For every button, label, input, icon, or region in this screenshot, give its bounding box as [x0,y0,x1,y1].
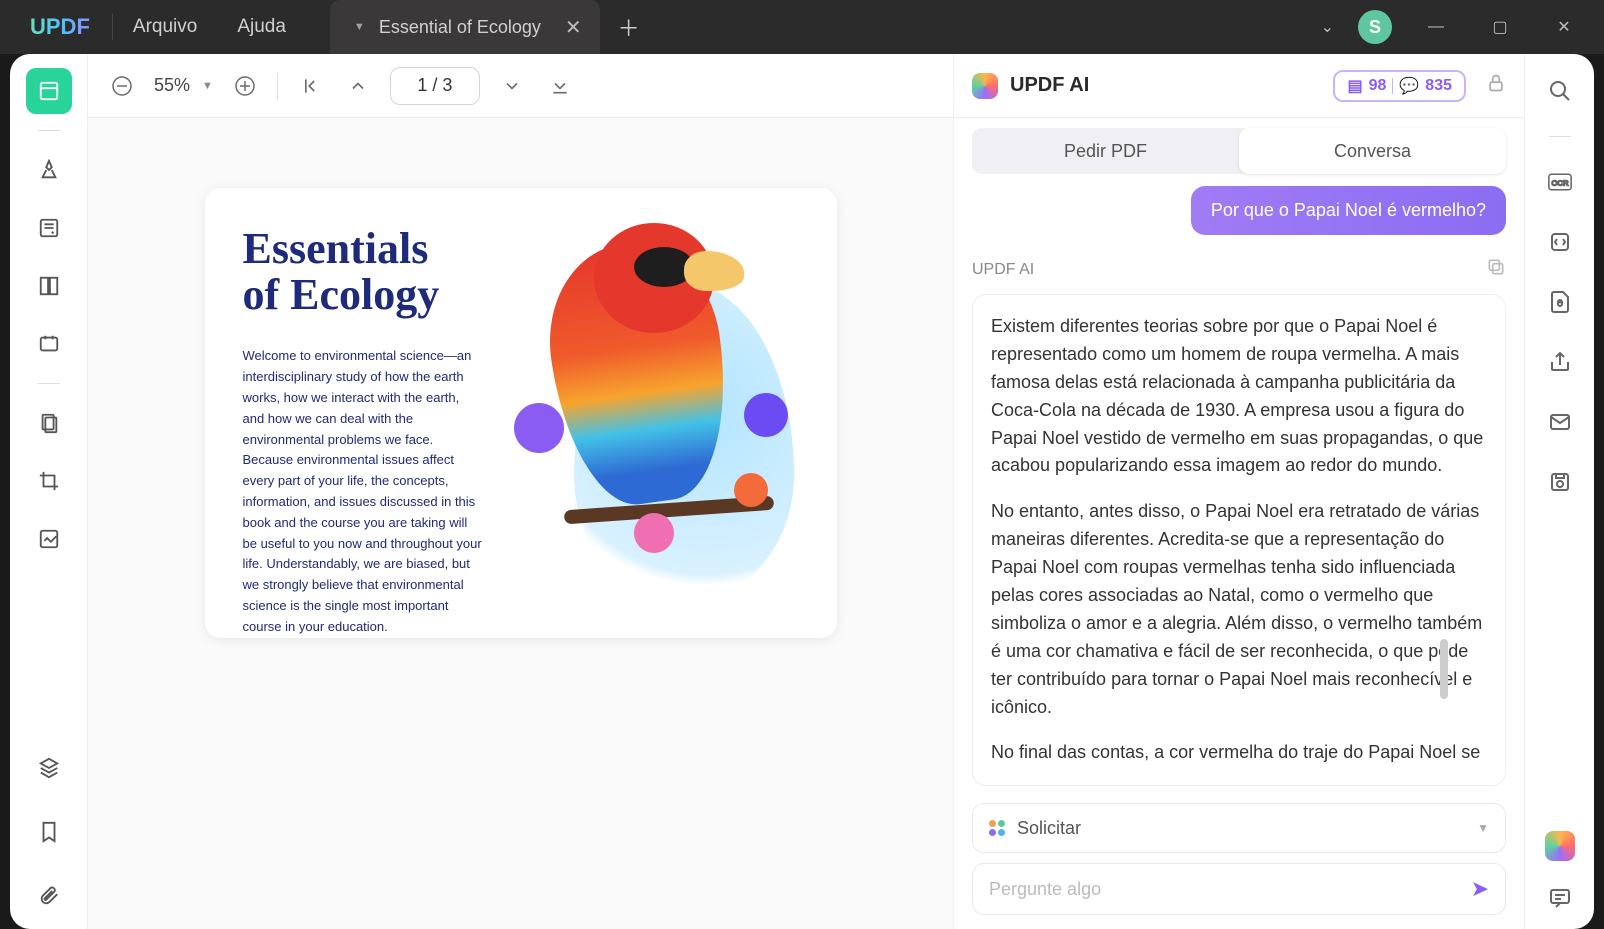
svg-text:OCR: OCR [1551,178,1569,187]
copy-response-button[interactable] [1486,257,1506,282]
ai-input-container: ➤ [972,863,1506,915]
ai-response-p3: No final das contas, a cor vermelha do t… [991,739,1487,767]
reader-mode-button[interactable] [26,68,72,114]
share-button[interactable] [1541,343,1579,381]
doc-title-line2: of Ecology [243,270,440,319]
scrollbar[interactable] [1440,639,1448,699]
doc-credit-value: 98 [1369,77,1387,95]
zoom-out-button[interactable] [106,70,138,102]
new-tab-button[interactable]: ＋ [618,11,640,43]
chat-credit-icon: 💬 [1399,76,1419,96]
right-sidebar: OCR [1524,54,1594,929]
avatar[interactable]: S [1358,10,1392,44]
first-page-button[interactable] [294,70,326,102]
ai-assistant-icon[interactable] [1545,831,1575,861]
document-canvas[interactable]: Essentials of Ecology Welcome to environ… [88,118,953,929]
zoom-dropdown-icon[interactable]: ▼ [202,80,213,92]
send-button[interactable]: ➤ [1471,876,1489,902]
titlebar-dropdown-icon[interactable]: ⌄ [1321,17,1334,37]
ai-response-p2: No entanto, antes disso, o Papai Noel er… [991,498,1487,721]
viewer-toolbar: 55% ▼ [88,54,953,118]
user-message: Por que o Papai Noel é vermelho? [1191,186,1506,235]
minimize-button[interactable]: — [1416,7,1456,47]
attachment-button[interactable] [26,873,72,919]
tab-conversa[interactable]: Conversa [1239,128,1506,174]
prev-page-button[interactable] [342,70,374,102]
next-page-button[interactable] [496,70,528,102]
ocr-button[interactable]: OCR [1541,163,1579,201]
left-sidebar [10,54,88,929]
search-button[interactable] [1541,72,1579,110]
chat-credit-value: 835 [1425,77,1452,95]
ai-response-label: UPDF AI [972,261,1034,279]
doc-illustration [499,226,799,600]
ai-tabs: Pedir PDF Conversa [972,128,1506,174]
menu-ajuda[interactable]: Ajuda [217,14,306,40]
crop-tool-button[interactable] [26,458,72,504]
highlight-tool-button[interactable] [26,147,72,193]
close-button[interactable]: ✕ [1544,7,1584,47]
ai-credits[interactable]: ▤ 98 💬 835 [1333,70,1466,102]
comments-panel-button[interactable] [1541,879,1579,917]
tab-pedir-pdf[interactable]: Pedir PDF [972,128,1239,174]
email-button[interactable] [1541,403,1579,441]
ai-panel: UPDF AI ▤ 98 💬 835 Pedir PDF Conversa Po… [954,54,1524,929]
layers-button[interactable] [26,745,72,791]
document-tab[interactable]: ▼ Essential of Ecology ✕ [330,0,600,54]
last-page-button[interactable] [544,70,576,102]
app-logo: UPDF [8,14,112,40]
tab-close-icon[interactable]: ✕ [565,15,582,40]
maximize-button[interactable]: ▢ [1480,7,1520,47]
bookmark-button[interactable] [26,809,72,855]
convert-button[interactable] [1541,223,1579,261]
solicit-label: Solicitar [1017,818,1081,839]
ai-response-p1: Existem diferentes teorias sobre por que… [991,313,1487,480]
redact-tool-button[interactable] [26,516,72,562]
page-layout-button[interactable] [26,263,72,309]
ai-response: Existem diferentes teorias sobre por que… [972,294,1506,786]
prompt-templates-button[interactable]: Solicitar ▼ [972,803,1506,853]
ai-header: UPDF AI ▤ 98 💬 835 [954,54,1524,118]
ai-question-input[interactable] [989,879,1471,900]
solicit-dropdown-icon: ▼ [1477,821,1489,835]
tab-title: Essential of Ecology [379,17,541,38]
ai-panel-title: UPDF AI [1010,74,1321,97]
tab-dropdown-icon[interactable]: ▼ [354,21,365,33]
document-viewer: 55% ▼ Essentials of Ecology Welcome to [88,54,954,929]
organize-pages-button[interactable] [26,400,72,446]
menu-arquivo[interactable]: Arquivo [112,14,217,40]
annotate-tool-button[interactable] [26,205,72,251]
ai-conversation[interactable]: Por que o Papai Noel é vermelho? UPDF AI… [954,186,1524,793]
doc-credit-icon: ▤ [1347,76,1362,96]
save-button[interactable] [1541,463,1579,501]
templates-icon [989,820,1005,836]
doc-title-line1: Essentials [243,224,429,273]
titlebar: UPDF Arquivo Ajuda ▼ Essential of Ecolog… [0,0,1604,54]
updf-ai-logo-icon [972,73,998,99]
page-number-input[interactable] [390,67,480,105]
form-tool-button[interactable] [26,321,72,367]
protect-button[interactable] [1541,283,1579,321]
pdf-page: Essentials of Ecology Welcome to environ… [205,188,837,638]
zoom-level: 55% [154,75,190,96]
zoom-in-button[interactable] [229,70,261,102]
doc-body-text: Welcome to environmental science—an inte… [243,346,483,637]
lock-icon[interactable] [1486,73,1506,98]
